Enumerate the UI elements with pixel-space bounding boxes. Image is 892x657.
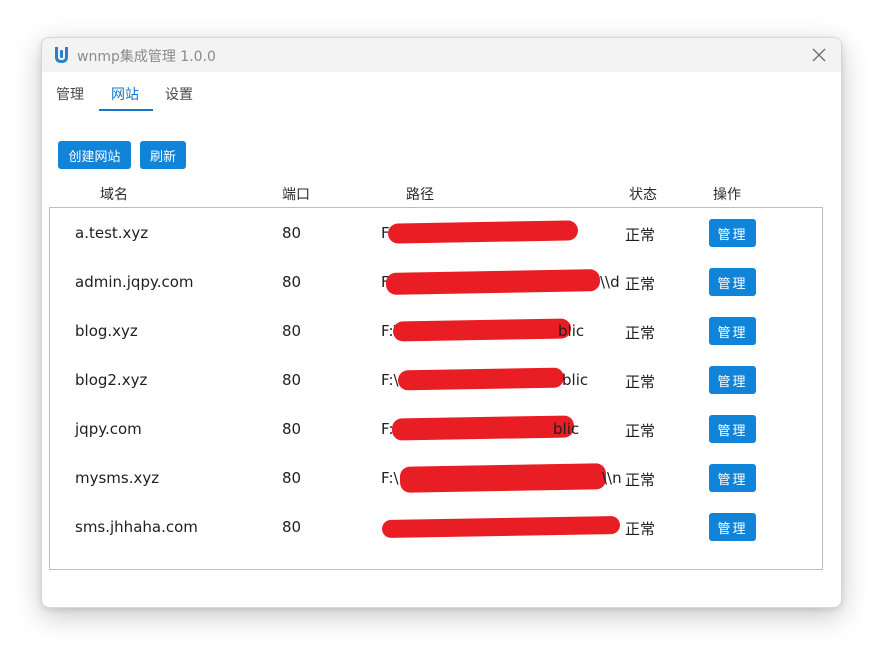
table-row: a.test.xyz 80 F:\ 正常 管理 — [50, 208, 822, 257]
column-header-action: 操作 — [713, 187, 741, 203]
cell-status: 正常 — [625, 324, 656, 342]
manage-button[interactable]: 管理 — [709, 317, 756, 345]
close-button[interactable] — [797, 38, 841, 72]
cell-status: 正常 — [625, 471, 656, 489]
cell-port: 80 — [282, 518, 302, 536]
column-header-domain: 域名 — [100, 187, 128, 203]
redaction-mark — [397, 367, 565, 391]
redaction-mark — [391, 415, 575, 441]
cell-status: 正常 — [625, 275, 656, 293]
manage-button[interactable]: 管理 — [709, 513, 756, 541]
cell-port: 80 — [282, 224, 302, 242]
tab-settings[interactable]: 设置 — [165, 84, 193, 104]
cell-status: 正常 — [625, 422, 656, 440]
manage-button[interactable]: 管理 — [709, 366, 756, 394]
tab-bar: 管理 网站 设置 — [42, 72, 841, 112]
path-tail: blic — [558, 322, 585, 340]
manage-button[interactable]: 管理 — [709, 415, 756, 443]
create-site-button[interactable]: 创建网站 — [58, 141, 131, 169]
path-tail: blic — [562, 371, 589, 389]
table-row: sms.jhhaha.com 80 正常 管理 — [50, 502, 822, 551]
redaction-mark — [399, 463, 607, 493]
cell-port: 80 — [282, 420, 302, 438]
cell-status: 正常 — [625, 226, 656, 244]
redaction-mark — [381, 515, 621, 539]
cell-domain: blog.xyz — [75, 322, 138, 340]
cell-status: 正常 — [625, 373, 656, 391]
cell-port: 80 — [282, 322, 302, 340]
cell-domain: jqpy.com — [75, 420, 142, 438]
cell-domain: sms.jhhaha.com — [75, 518, 198, 536]
redaction-mark — [385, 269, 601, 295]
sites-table: a.test.xyz 80 F:\ 正常 管理 admin.jqpy.com 8… — [49, 207, 823, 570]
tab-websites[interactable]: 网站 — [111, 84, 139, 104]
refresh-button[interactable]: 刷新 — [140, 141, 186, 169]
active-tab-indicator — [99, 109, 153, 111]
redaction-mark — [387, 220, 579, 244]
cell-status: 正常 — [625, 520, 656, 538]
table-row: blog2.xyz 80 F:\ blic 正常 管理 — [50, 355, 822, 404]
table-row: mysms.xyz 80 F:\ \\n 正常 管理 — [50, 453, 822, 502]
table-row: admin.jqpy.com 80 F:\\ \\d 正常 管理 — [50, 257, 822, 306]
cell-domain: admin.jqpy.com — [75, 273, 194, 291]
cell-port: 80 — [282, 371, 302, 389]
cell-domain: mysms.xyz — [75, 469, 160, 487]
path-tail: \\n — [602, 469, 622, 487]
manage-button[interactable]: 管理 — [709, 464, 756, 492]
cell-port: 80 — [282, 469, 302, 487]
path-tail: \\d — [600, 273, 620, 291]
close-icon — [812, 48, 826, 62]
manage-button[interactable]: 管理 — [709, 268, 756, 296]
cell-port: 80 — [282, 273, 302, 291]
path-text: F:\ — [381, 371, 399, 389]
app-window: wnmp集成管理 1.0.0 管理 网站 设置 创建网站 刷新 域名 端口 路径… — [41, 37, 842, 608]
title-bar: wnmp集成管理 1.0.0 — [42, 38, 841, 72]
window-title: wnmp集成管理 1.0.0 — [77, 49, 216, 65]
table-row: blog.xyz 80 F:\ blic 正常 管理 — [50, 306, 822, 355]
column-header-status: 状态 — [629, 187, 657, 203]
cell-domain: a.test.xyz — [75, 224, 149, 242]
table-row: jqpy.com 80 F:\ blic 正常 管理 — [50, 404, 822, 453]
redaction-mark — [392, 318, 572, 342]
cell-domain: blog2.xyz — [75, 371, 148, 389]
column-header-port: 端口 — [282, 187, 310, 203]
manage-button[interactable]: 管理 — [709, 219, 756, 247]
tab-manage[interactable]: 管理 — [56, 84, 84, 104]
column-header-path: 路径 — [406, 187, 434, 203]
path-text: F:\ — [381, 469, 399, 487]
app-logo-icon — [55, 47, 68, 63]
path-tail: blic — [553, 420, 580, 438]
